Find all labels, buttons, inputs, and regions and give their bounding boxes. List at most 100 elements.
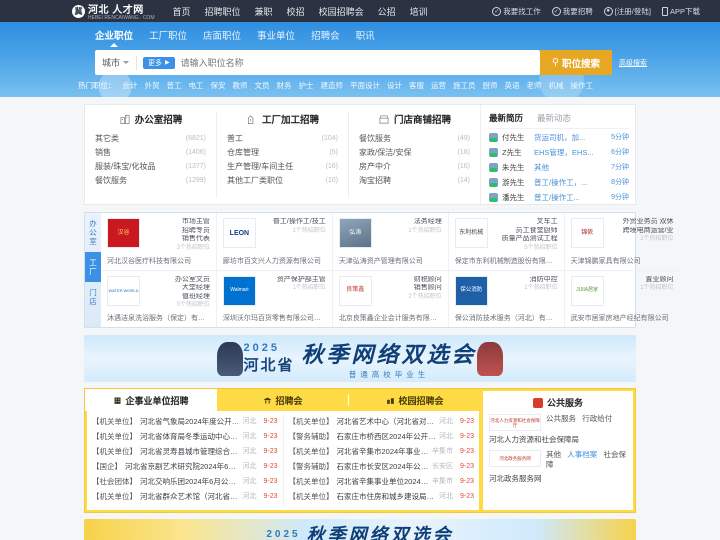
- category-item[interactable]: 生产管理/车间主任 (16): [227, 160, 338, 174]
- company-card[interactable]: JUlIA居家 置业顾问 1个热招职位 武安市居家房地产经纪有限公司: [565, 271, 680, 328]
- list-item[interactable]: 【机关单位】河北省气象局2024年度公开招聘1...河北 9-23: [92, 414, 278, 429]
- sidebar-label-factory[interactable]: 工厂: [85, 252, 101, 282]
- more-filters-button[interactable]: 更多 ▶: [143, 56, 175, 69]
- resume-row[interactable]: 朱先生 其他 7分钟: [489, 161, 629, 174]
- category-item[interactable]: 餐饮服务 (1299): [95, 174, 206, 188]
- hot-keyword[interactable]: 厨师: [483, 80, 498, 91]
- hot-keyword[interactable]: 老师: [527, 80, 542, 91]
- tab-latest-activity[interactable]: 最新动态: [537, 112, 571, 124]
- autumn-job-fair-banner[interactable]: 2025 河北省 秋季网络双选会 普通高校毕业生: [84, 335, 636, 382]
- hero-tab-factory[interactable]: 工厂职位: [149, 28, 187, 47]
- category-item[interactable]: 其它类 (6821): [95, 132, 206, 146]
- company-card[interactable]: LEON 普工/操作工/技工 1个热招职位 廊坊市百文兴人力资源有限公司: [217, 213, 333, 270]
- hot-keyword[interactable]: 教师: [233, 80, 248, 91]
- company-card[interactable]: 弘涛 法务经理 1个热招职位 天津弘涛资产管理有限公司: [333, 213, 449, 270]
- hot-keyword[interactable]: 操作工: [571, 80, 594, 91]
- listing-tab-jobfair[interactable]: 招聘会: [217, 389, 349, 411]
- category-item[interactable]: 淘宝招聘 (14): [359, 174, 470, 188]
- nav-link-jobs[interactable]: 招聘职位: [205, 5, 241, 18]
- list-item[interactable]: 【国企】 河北省京剧艺术研究院2024年6月... 河北 9-23: [92, 459, 278, 474]
- hot-keyword[interactable]: 运营: [431, 80, 446, 91]
- hot-keyword[interactable]: 保安: [211, 80, 226, 91]
- app-download-action[interactable]: APP下载: [661, 6, 700, 17]
- list-item[interactable]: 【警务辅助】石家庄市桥西区2024年公开招聘2...河北 9-23: [289, 429, 475, 444]
- public-service-link[interactable]: 其他: [546, 450, 561, 459]
- bottom-job-fair-banner[interactable]: 2025 秋季网络双选会: [84, 519, 636, 540]
- public-service-name[interactable]: 河北政务服务网: [489, 473, 627, 484]
- nav-link-parttime[interactable]: 兼职: [255, 5, 273, 18]
- find-job-action[interactable]: ✓ 我要找工作: [492, 6, 541, 17]
- tab-latest-resumes[interactable]: 最新简历: [489, 112, 523, 124]
- hot-keyword[interactable]: 英语: [505, 80, 520, 91]
- hot-keyword[interactable]: 电工: [189, 80, 204, 91]
- resume-row[interactable]: 付先生 货运司机，加... 5分钟: [489, 131, 629, 144]
- nav-link-campus-fair[interactable]: 校园招聘会: [319, 5, 364, 18]
- company-card[interactable]: Walmart 资产保护部主管 1个热招职位 深圳沃尔玛百货零售有限公司廊...: [217, 270, 333, 327]
- list-item[interactable]: 【警务辅助】石家庄市长安区2024年公开招聘2...长安区 9-23: [289, 459, 475, 474]
- list-item[interactable]: 【机关单位】河北省群众艺术馆（河北省非物...河北 9-23: [92, 489, 278, 504]
- sidebar-label-shop[interactable]: 门店: [85, 282, 101, 312]
- search-input[interactable]: [180, 57, 540, 68]
- category-item[interactable]: 销售 (1406): [95, 146, 206, 160]
- hot-keyword[interactable]: 财务: [277, 80, 292, 91]
- list-item[interactable]: 【机关单位】河北省艺术中心（河北省对外文...河北 9-23: [289, 414, 475, 429]
- listing-tab-campus[interactable]: 校园招聘会: [349, 389, 481, 411]
- resume-row[interactable]: 潘先生 普工/操作工... 9分钟: [489, 191, 629, 204]
- public-service-name[interactable]: 河北人力资源和社会保障局: [489, 434, 627, 445]
- advanced-search-link[interactable]: 高级搜索: [619, 58, 647, 68]
- nav-link-training[interactable]: 培训: [410, 5, 428, 18]
- category-item[interactable]: 房产中介 (16): [359, 160, 470, 174]
- hot-keyword[interactable]: 护士: [299, 80, 314, 91]
- city-selector[interactable]: 城市: [95, 55, 138, 70]
- category-item[interactable]: 普工 (104): [227, 132, 338, 146]
- category-item[interactable]: 餐饮服务 (49): [359, 132, 470, 146]
- hot-keyword[interactable]: 建造师: [321, 80, 344, 91]
- list-item[interactable]: 【社会团体】河北交响乐团2024年6月公开招聘...河北 9-23: [92, 474, 278, 489]
- list-item[interactable]: 【机关单位】石家庄市住房和城乡建设局所属...河北 9-23: [289, 489, 475, 504]
- public-service-link-highlighted[interactable]: 人事档案: [567, 450, 597, 459]
- nav-link-public[interactable]: 公招: [378, 5, 396, 18]
- login-register-action[interactable]: ● [注册/登陆]: [603, 6, 651, 17]
- category-item[interactable]: 服装/珠宝/化妆品 (1377): [95, 160, 206, 174]
- hot-keyword[interactable]: 文员: [255, 80, 270, 91]
- post-job-action[interactable]: ✓ 我要招聘: [551, 6, 593, 17]
- resume-row[interactable]: Z先生 EHS管理，EHS... 6分钟: [489, 146, 629, 159]
- hero-tab-institution[interactable]: 事业单位: [257, 28, 295, 47]
- hero-tab-jobfair[interactable]: 招聘会: [311, 28, 340, 47]
- site-logo[interactable]: 冀 河北 人才网 HEBEI RENCAIWANG . COM: [72, 1, 155, 21]
- resume-row[interactable]: 游先生 普工/操作工，... 8分钟: [489, 176, 629, 189]
- list-item[interactable]: 【机关单位】河北省灵寿县城市管理综合行政...河北 9-23: [92, 444, 278, 459]
- public-service-link[interactable]: 公共服务: [546, 414, 576, 423]
- list-item[interactable]: 【机关单位】河北省辛集市2024年事业单位公...辛集市 9-23: [289, 444, 475, 459]
- category-item[interactable]: 其他工厂类职位 (10): [227, 174, 338, 188]
- category-item[interactable]: 仓库管理 (5): [227, 146, 338, 160]
- public-service-link[interactable]: 行政给付: [582, 414, 612, 423]
- sidebar-label-office[interactable]: 办公室: [85, 213, 101, 252]
- company-card[interactable]: 汉谷 市场主管 招聘专员 销售代表 3个热招职位 河北汉谷医疗科技有限公司: [101, 213, 217, 270]
- company-card[interactable]: 东利机械 叉车工 员工食堂厨师 质量产品测试工程 5个热招职位 保定市东利机械制…: [449, 213, 565, 270]
- public-service-entry[interactable]: 河北政务服务网 其他 人事档案 社会保障: [489, 450, 627, 470]
- hot-keyword[interactable]: 施工员: [453, 80, 476, 91]
- company-card[interactable]: WATER WORLD 办公室文员 大堂经理 值班经理 3个热招职位 沐遇洁泉洗…: [101, 270, 217, 327]
- company-card[interactable]: 保公消防 消防中控 1个热招职位 保公消防技术服务（河北）有限...: [449, 270, 565, 327]
- category-item[interactable]: 家政/保洁/安保 (18): [359, 146, 470, 160]
- search-button[interactable]: ⚲ 职位搜索: [540, 50, 612, 75]
- hot-keyword[interactable]: 设计: [387, 80, 402, 91]
- hot-keyword[interactable]: 平面设计: [350, 80, 380, 91]
- hot-keyword[interactable]: 外贸: [145, 80, 160, 91]
- hot-keyword[interactable]: 普工: [167, 80, 182, 91]
- hero-tab-news[interactable]: 职讯: [356, 28, 375, 47]
- list-item[interactable]: 【机关单位】河北省体育局冬季运动中心2024...河北 9-23: [92, 429, 278, 444]
- hot-keyword[interactable]: 机械: [549, 80, 564, 91]
- company-card[interactable]: 锦侬 外贸业务员 双休 跨境电商运营/业 2个热招职位 天津锦鹏家具有限公司: [565, 213, 680, 270]
- hot-keyword[interactable]: 会计: [123, 80, 138, 91]
- hero-tab-shop[interactable]: 店面职位: [203, 28, 241, 47]
- listing-tab-institutions[interactable]: 企事业单位招聘: [85, 389, 217, 411]
- nav-link-home[interactable]: 首页: [173, 5, 191, 18]
- hero-tab-enterprise[interactable]: 企业职位: [95, 28, 133, 47]
- public-service-entry[interactable]: 河北人力资源和社会保障厅 公共服务 行政给付: [489, 414, 627, 431]
- hot-keyword[interactable]: 客服: [409, 80, 424, 91]
- company-card[interactable]: 良策鑫 财税顾问 销售顾问 2个热招职位 北京良策鑫企业会计服务有限公司: [333, 270, 449, 327]
- list-item[interactable]: 【机关单位】河北省辛集事业单位2024年8月...辛集市 9-23: [289, 474, 475, 489]
- nav-link-campus[interactable]: 校招: [287, 5, 305, 18]
